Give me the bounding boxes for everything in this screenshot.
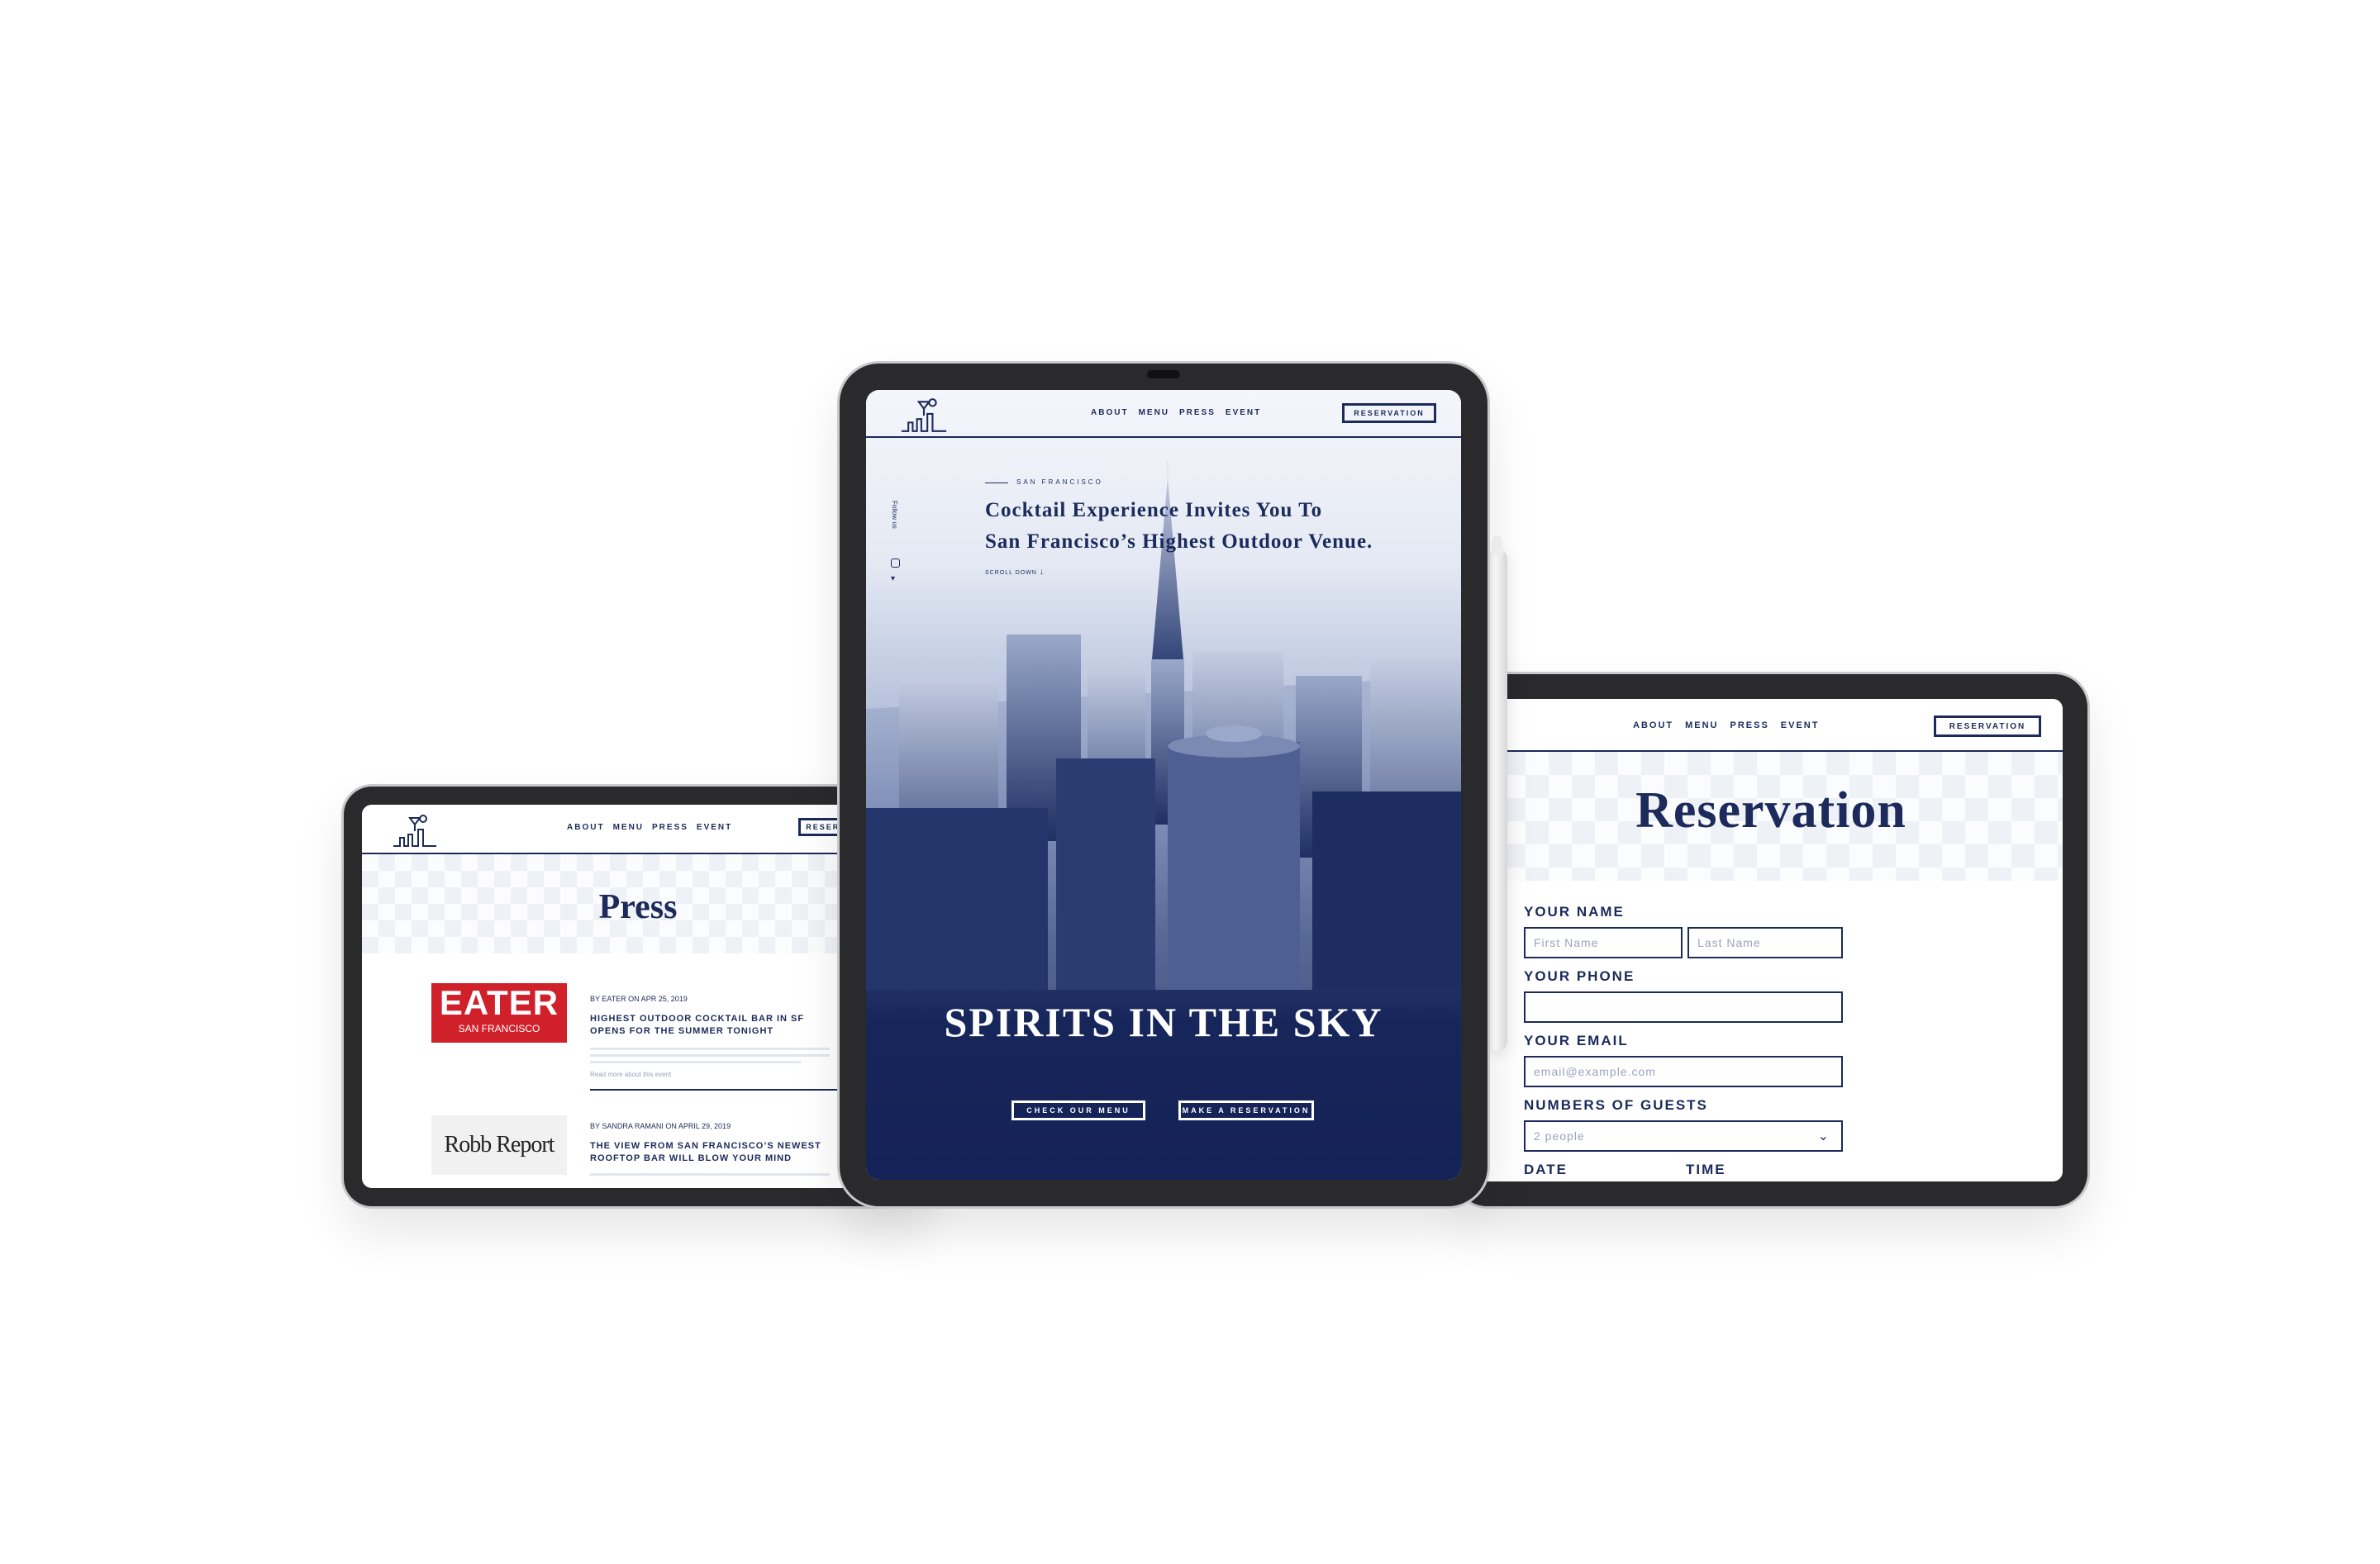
nav-menu[interactable]: MENU [1685,720,1718,730]
nav-event[interactable]: EVENT [1226,408,1261,417]
make-reservation-button[interactable]: MAKE A RESERVATION [1178,1101,1314,1120]
press-headline-1[interactable]: HIGHEST OUTDOOR COCKTAIL BAR IN SF OPENS… [590,1013,830,1038]
home-header: ABOUT MENU PRESS EVENT RESERVATION [866,390,1461,438]
press-nav: ABOUT MENU PRESS EVENT [567,823,732,832]
date-label: DATE [1524,1162,1568,1177]
press-read-more[interactable]: Read more about this event [590,1071,671,1078]
arrow-down-icon: ↓ [1039,568,1045,577]
nav-event[interactable]: EVENT [697,823,732,832]
robb-report-logo: Robb Report [431,1115,567,1175]
name-label: YOUR NAME [1524,904,1625,920]
nav-about[interactable]: ABOUT [1633,720,1673,730]
check-menu-button[interactable]: CHECK OUR MENU [1011,1101,1145,1120]
right-tablet: ABOUT MENU PRESS EVENT RESERVATION Reser… [1454,674,2087,1206]
stylus [1488,535,1507,1051]
logo-icon[interactable] [393,813,436,849]
social-label: Follow us [891,501,898,529]
scroll-down[interactable]: SCROLL DOWN ↓ [985,568,1045,577]
nav-press[interactable]: PRESS [652,823,688,832]
reservation-title: Reservation [1635,782,1906,839]
nav-press[interactable]: PRESS [1179,408,1216,417]
press-excerpt-1 [590,1048,830,1063]
reservation-nav-button[interactable]: RESERVATION [1934,715,2041,737]
home-nav: ABOUT MENU PRESS EVENT [1091,408,1261,417]
twitter-icon[interactable]: ▾ [891,574,904,583]
reservation-nav: ABOUT MENU PRESS EVENT [1633,720,1819,730]
chevron-down-icon: ⌄ [1817,1129,1830,1143]
reservation-header: ABOUT MENU PRESS EVENT RESERVATION [1479,699,2063,752]
social-rail: Follow us ▾ [891,501,904,583]
nav-event[interactable]: EVENT [1781,720,1820,730]
eater-logo: EATER SAN FRANCISCO [431,983,567,1043]
reservation-screen: ABOUT MENU PRESS EVENT RESERVATION Reser… [1479,699,2063,1181]
headline-line-2: San Francisco’s Highest Outdoor Venue. [985,530,1373,553]
stylus-tip [1492,535,1503,555]
guests-value: 2 people [1534,1129,1585,1143]
scroll-down-label: SCROLL DOWN [985,570,1037,576]
nav-about[interactable]: ABOUT [1091,408,1129,417]
mockup-canvas: { "nav": {"about":"ABOUT","menu":"MENU",… [0,0,2380,1564]
headline-line-1: Cocktail Experience Invites You To [985,499,1323,521]
press-screen: ABOUT MENU PRESS EVENT RESERVATION Press… [362,805,914,1188]
press-excerpt-2 [590,1173,830,1176]
press-header: ABOUT MENU PRESS EVENT RESERVATION [362,805,914,854]
guests-label: NUMBERS OF GUESTS [1524,1097,1708,1113]
nav-menu[interactable]: MENU [613,823,644,832]
center-tablet: ABOUT MENU PRESS EVENT RESERVATION Follo… [840,364,1488,1206]
email-label: YOUR EMAIL [1524,1033,1629,1048]
guests-select[interactable]: 2 people ⌄ [1524,1120,1843,1152]
instagram-icon[interactable] [891,559,900,568]
nav-press[interactable]: PRESS [1730,720,1769,730]
nav-menu[interactable]: MENU [1139,408,1169,417]
home-screen: ABOUT MENU PRESS EVENT RESERVATION Follo… [866,390,1461,1180]
robb-report-text: Robb Report [444,1132,555,1158]
phone-label: YOUR PHONE [1524,968,1635,984]
press-byline-1: BY EATER ON APR 25, 2019 [590,995,688,1003]
phone-input[interactable] [1524,991,1843,1023]
last-name-input[interactable]: Last Name [1687,927,1843,958]
logo-icon[interactable] [899,397,949,435]
nav-about[interactable]: ABOUT [567,823,605,832]
camera-icon [1147,370,1180,378]
first-name-input[interactable]: First Name [1524,927,1683,958]
press-headline-2[interactable]: THE VIEW FROM SAN FRANCISCO’S NEWEST ROO… [590,1140,838,1165]
eyebrow: SAN FRANCISCO [1016,478,1103,486]
time-label: TIME [1686,1162,1726,1177]
press-divider [590,1089,838,1091]
eater-logo-sub: SAN FRANCISCO [458,1023,540,1034]
eater-logo-main: EATER [439,983,559,1022]
hero-title: SPIRITS IN THE SKY [944,999,1383,1045]
press-byline-2: BY SANDRA RAMANI ON APRIL 29, 2019 [590,1122,731,1130]
home-reservation-button[interactable]: RESERVATION [1342,403,1436,423]
email-input[interactable]: email@example.com [1524,1056,1843,1087]
press-title: Press [598,888,678,926]
